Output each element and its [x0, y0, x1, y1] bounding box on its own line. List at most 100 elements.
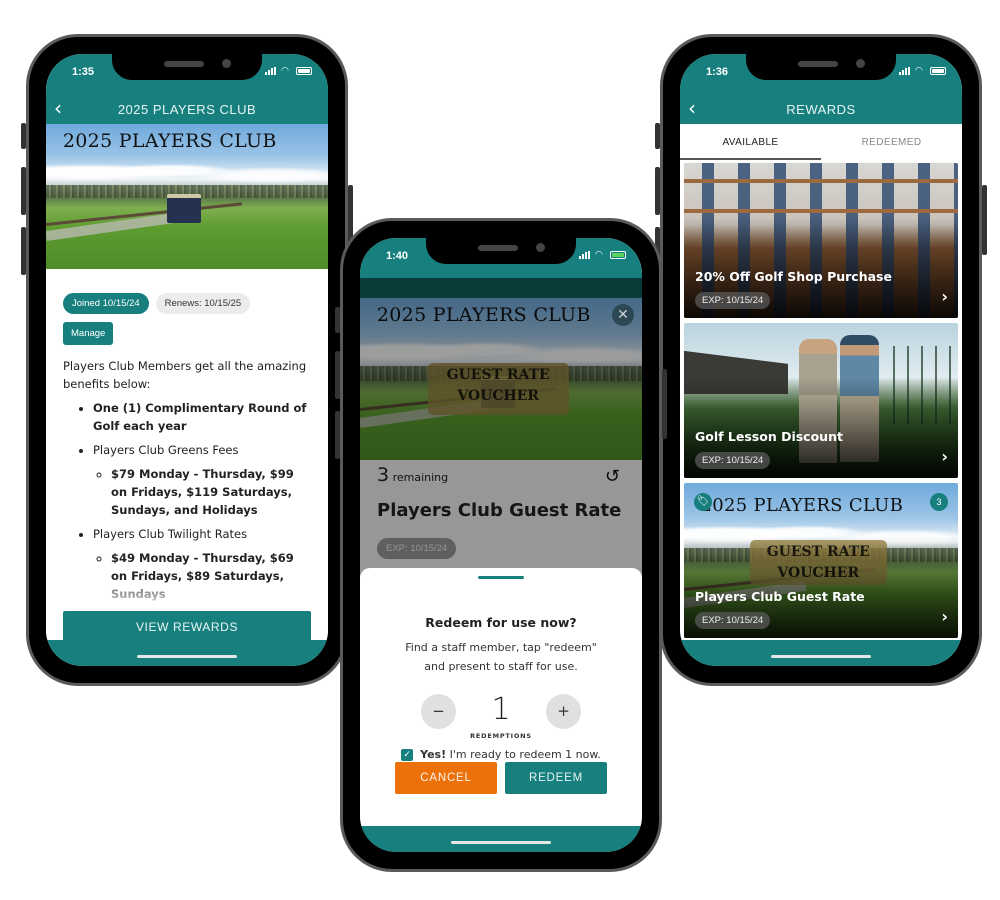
phone-redeem-voucher: 1:40 ◠ 2025 PLAYERS CLUB GUEST RATE VOUC…: [335, 218, 667, 872]
remaining-count: 3 remaining: [377, 464, 448, 486]
battery-icon: [930, 67, 946, 75]
status-icons: ◠: [899, 66, 946, 76]
battery-charging-icon: [610, 251, 626, 259]
chevron-left-icon[interactable]: ‹: [54, 98, 62, 118]
benefit-subitem: $79 Monday - Thursday, $99 on Fridays, $…: [111, 465, 311, 519]
reward-card[interactable]: 20% Off Golf Shop Purchase EXP: 10/15/24…: [684, 163, 958, 318]
history-icon[interactable]: ↺: [605, 466, 620, 487]
voucher-expiry: EXP: 10/15/24: [377, 538, 457, 559]
membership-details: Joined 10/15/24 Renews: 10/15/25 Manage …: [46, 269, 328, 643]
confirm-checkbox[interactable]: ✓: [401, 748, 414, 761]
hero-title: 2025 PLAYERS CLUB: [376, 304, 591, 327]
battery-icon: [296, 67, 312, 75]
sheet-drag-handle[interactable]: [478, 576, 524, 579]
status-icons: ◠: [579, 250, 626, 260]
remaining-label: remaining: [392, 471, 449, 484]
chevron-right-icon: ›: [941, 447, 948, 466]
increment-button[interactable]: +: [546, 694, 581, 729]
mute-switch: [335, 307, 340, 333]
volume-up-button: [655, 167, 660, 215]
redeem-button[interactable]: REDEEM: [505, 762, 607, 794]
voucher-label: GUEST RATE VOUCHER: [427, 362, 569, 415]
volume-down-button: [21, 227, 26, 275]
benefit-text: Players Club Greens Fees: [93, 443, 239, 457]
volume-down-button: [335, 411, 340, 459]
phone-players-club: 1:35 ◠ ‹ 2025 PLAYERS CLUB 2025 PLAYERS …: [21, 34, 353, 686]
quantity-label: REDEMPTIONS: [470, 732, 532, 740]
home-indicator[interactable]: [451, 841, 551, 844]
voucher-line: GUEST RATE: [446, 366, 550, 383]
wifi-icon: ◠: [915, 66, 923, 76]
chevron-left-icon[interactable]: ‹: [688, 98, 696, 118]
power-button: [982, 185, 987, 255]
benefit-text: Players Club Twilight Rates: [93, 527, 248, 541]
power-button: [662, 369, 667, 439]
voucher-image: 2025 PLAYERS CLUB GUEST RATE VOUCHER: [360, 298, 642, 460]
renews-badge: Renews: 10/15/25: [155, 293, 251, 314]
phone-rewards: 1:36 ◠ ‹ REWARDS AVAILABLE REDEEMED 20% …: [655, 34, 987, 686]
home-indicator[interactable]: [771, 655, 871, 658]
screen: 1:36 ◠ ‹ REWARDS AVAILABLE REDEEMED 20% …: [680, 54, 962, 666]
quantity-stepper: − 1 + REDEMPTIONS: [360, 692, 642, 744]
view-rewards-button[interactable]: VIEW REWARDS: [63, 611, 311, 643]
bottom-bar: [680, 640, 962, 666]
tab-available[interactable]: AVAILABLE: [680, 124, 821, 160]
voucher-detail: 3 remaining ↺ Players Club Guest Rate EX…: [360, 460, 642, 580]
status-time: 1:40: [386, 250, 409, 262]
reward-card[interactable]: Golf Lesson Discount EXP: 10/15/24 ›: [684, 323, 958, 478]
wifi-icon: ◠: [281, 66, 289, 76]
count-badge: 3: [930, 493, 948, 511]
cancel-button[interactable]: CANCEL: [395, 762, 497, 794]
hero-image: 2025 PLAYERS CLUB: [46, 124, 328, 269]
notch: [426, 238, 576, 264]
signal-icon: [579, 251, 590, 259]
rewards-list: 20% Off Golf Shop Purchase EXP: 10/15/24…: [684, 163, 958, 643]
sheet-description: Find a staff member, tap "redeem" and pr…: [405, 641, 597, 673]
tab-redeemed[interactable]: REDEEMED: [821, 124, 962, 160]
benefit-item: Players Club Greens Fees $79 Monday - Th…: [93, 441, 311, 519]
benefits-intro: Players Club Members get all the amazing…: [63, 359, 307, 391]
signal-icon: [265, 67, 276, 75]
reward-expiry: EXP: 10/15/24: [695, 292, 771, 309]
page-title: REWARDS: [786, 101, 856, 117]
reward-expiry: EXP: 10/15/24: [695, 452, 771, 469]
decrement-button[interactable]: −: [421, 694, 456, 729]
close-icon[interactable]: ✕: [612, 304, 634, 326]
app-header: ‹ 2025 PLAYERS CLUB: [46, 94, 328, 124]
voucher-line: VOUCHER: [457, 387, 540, 404]
joined-badge: Joined 10/15/24: [63, 293, 149, 314]
header-band: [360, 278, 642, 298]
app-header: ‹ REWARDS: [680, 94, 962, 124]
remaining-number: 3: [377, 464, 390, 486]
manage-button[interactable]: Manage: [63, 322, 114, 345]
volume-up-button: [21, 167, 26, 215]
chevron-right-icon: ›: [941, 607, 948, 626]
reward-title: Players Club Guest Rate: [695, 589, 865, 604]
volume-up-button: [335, 351, 340, 399]
hero-title: 2025 PLAYERS CLUB: [62, 129, 277, 152]
status-time: 1:35: [72, 66, 95, 78]
signal-icon: [899, 67, 910, 75]
voucher-title: Players Club Guest Rate: [377, 500, 622, 521]
confirm-label: Yes! I'm ready to redeem 1 now.: [420, 748, 601, 761]
wifi-icon: ◠: [595, 250, 603, 260]
mute-switch: [21, 123, 26, 149]
benefits-list: One (1) Complimentary Round of Golf each…: [93, 399, 311, 603]
image-title: 2025 PLAYERS CLUB: [700, 495, 904, 517]
mute-switch: [655, 123, 660, 149]
reward-expiry: EXP: 10/15/24: [695, 612, 771, 629]
benefit-item: One (1) Complimentary Round of Golf each…: [93, 399, 311, 435]
status-time: 1:36: [706, 66, 729, 78]
rewards-tabs: AVAILABLE REDEEMED: [680, 124, 962, 160]
redeem-sheet: Redeem for use now? Find a staff member,…: [360, 568, 642, 826]
status-icons: ◠: [265, 66, 312, 76]
reward-card[interactable]: 2025 PLAYERS CLUB GUEST RATE VOUCHER 🏷 3…: [684, 483, 958, 638]
home-indicator[interactable]: [137, 655, 237, 658]
notch: [746, 54, 896, 80]
notch: [112, 54, 262, 80]
confirm-row: ✓ Yes! I'm ready to redeem 1 now.: [360, 748, 642, 761]
bottom-bar: [46, 640, 328, 666]
tag-icon: 🏷: [694, 493, 712, 511]
sheet-actions: CANCEL REDEEM: [395, 762, 607, 794]
quantity-value: 1: [491, 692, 511, 727]
